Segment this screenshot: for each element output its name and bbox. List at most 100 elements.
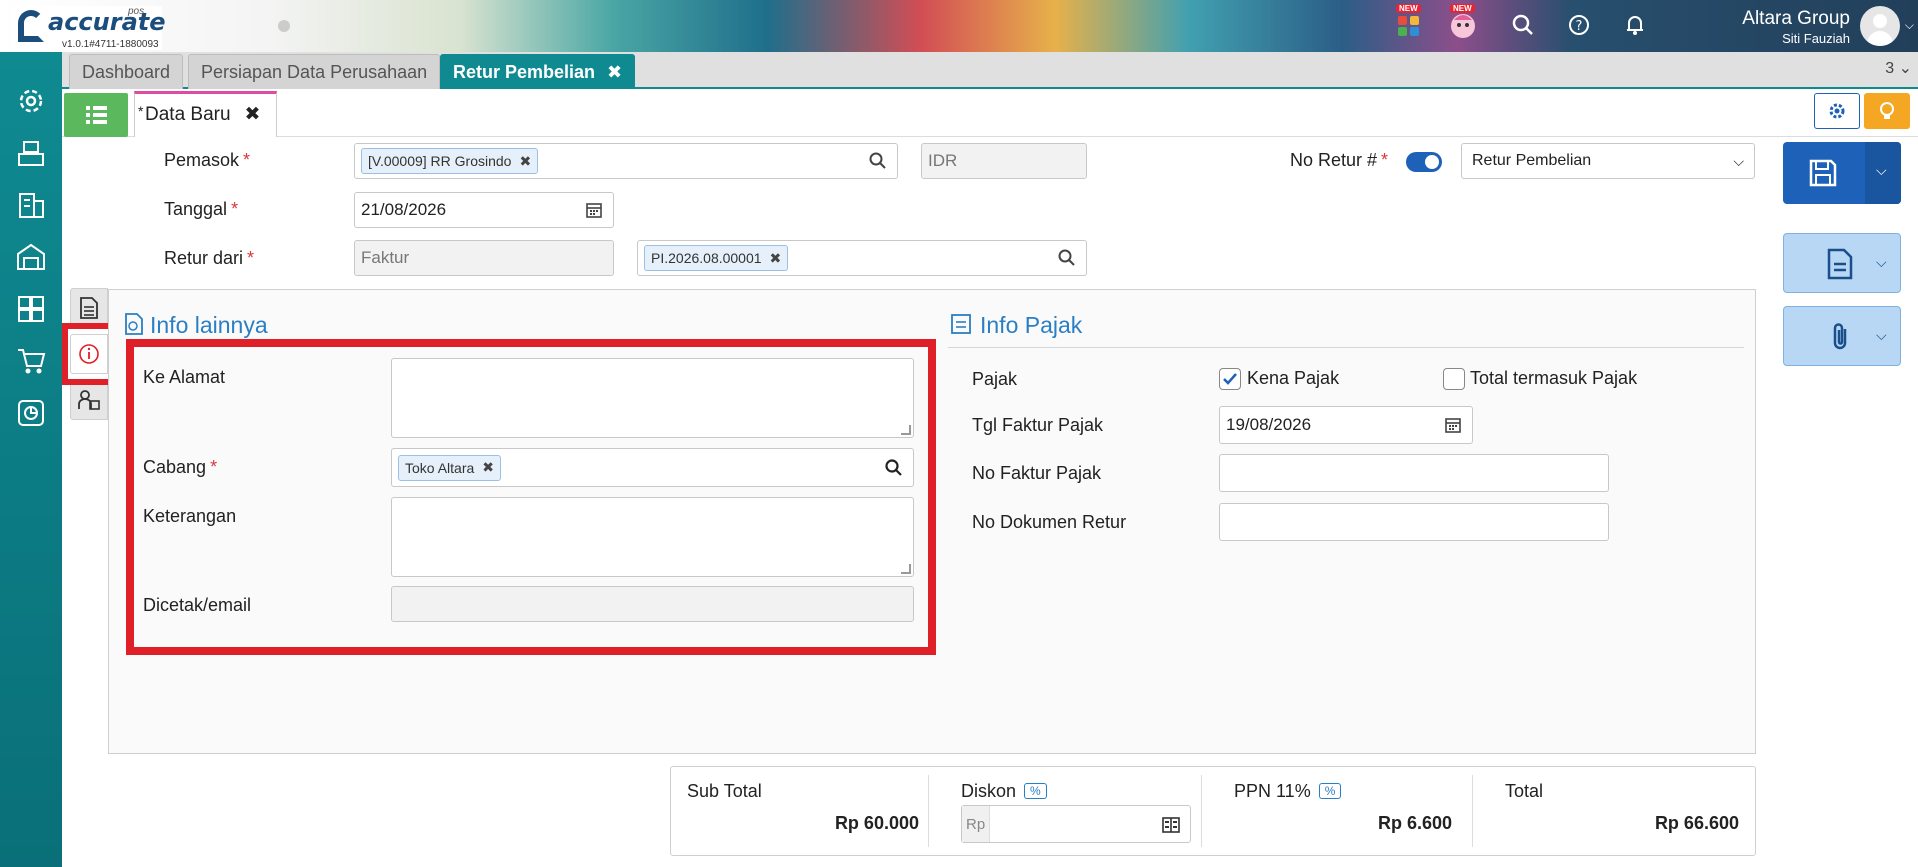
- total-label: Total: [1505, 781, 1544, 801]
- chevron-down-icon: ⌵: [1876, 254, 1887, 270]
- warehouse-icon[interactable]: [14, 240, 48, 274]
- company-name: Altara Group: [1742, 8, 1850, 29]
- user-name: Siti Fauziah: [1782, 31, 1850, 46]
- new-badge: NEW: [1396, 4, 1421, 13]
- vtab-detail-items[interactable]: [70, 288, 108, 328]
- info-pajak-title: Info Pajak: [980, 312, 1083, 338]
- diskon-field[interactable]: Rp: [961, 805, 1191, 843]
- list-view-button[interactable]: [64, 93, 128, 137]
- save-options-dropdown[interactable]: ⌵: [1865, 142, 1901, 204]
- calculator-icon[interactable]: [1162, 816, 1180, 834]
- ppn-value: Rp 6.600: [1377, 813, 1452, 833]
- pajak-label: Pajak: [972, 369, 1018, 389]
- paperclip-icon: [1833, 323, 1847, 350]
- tab-label: Retur Pembelian: [453, 62, 596, 82]
- save-button[interactable]: ⌵: [1783, 142, 1901, 204]
- document-info-icon: [125, 313, 143, 335]
- company-info[interactable]: Altara Group Siti Fauziah: [1742, 8, 1850, 46]
- tab-persiapan-data[interactable]: Persiapan Data Perusahaan: [188, 54, 441, 89]
- tips-bulb-button[interactable]: [1864, 93, 1910, 129]
- totals-bar: Sub Total Rp 60.000 Diskon% Rp PPN 11%% …: [670, 766, 1756, 856]
- attachment-button[interactable]: ⌵: [1783, 306, 1901, 366]
- tanggal-label: Tanggal *: [164, 199, 239, 219]
- cash-register-icon[interactable]: [14, 136, 48, 170]
- sub-total-value: Rp 60.000: [834, 813, 919, 833]
- person-money-icon: [78, 390, 100, 410]
- kena-pajak-checkbox[interactable]: [1219, 368, 1241, 390]
- calendar-icon[interactable]: [585, 201, 603, 219]
- bell-icon[interactable]: [1620, 10, 1650, 40]
- tab-label: Persiapan Data Perusahaan: [201, 62, 428, 82]
- ppn-label: PPN 11%%: [1234, 781, 1342, 802]
- tgl-faktur-pajak-label: Tgl Faktur Pajak: [972, 415, 1104, 435]
- retur-type-select[interactable]: Retur Pembelian ⌵: [1461, 143, 1755, 179]
- close-doc-icon[interactable]: ✖: [245, 104, 261, 125]
- logo-text: accurate: [48, 8, 166, 36]
- total-termasuk-pajak-label[interactable]: Total termasuk Pajak: [1470, 368, 1637, 389]
- remove-chip-icon[interactable]: ✖: [519, 153, 531, 170]
- kena-pajak-label[interactable]: Kena Pajak: [1247, 368, 1339, 389]
- vtab-tax-person[interactable]: [70, 380, 108, 420]
- calendar-icon[interactable]: [1444, 416, 1462, 434]
- tanggal-field[interactable]: 21/08/2026: [354, 192, 614, 228]
- tab-count[interactable]: 3 ⌄: [1885, 58, 1912, 78]
- apps-grid-icon[interactable]: NEW: [1394, 4, 1424, 40]
- tab-dashboard[interactable]: Dashboard: [69, 54, 184, 89]
- chevron-down-icon[interactable]: ⌵: [1905, 18, 1914, 33]
- no-retur-label: No Retur # *: [1290, 150, 1389, 170]
- retur-dari-field[interactable]: Faktur: [354, 240, 614, 276]
- highlight-box-info-lainnya: [126, 339, 936, 655]
- avatar[interactable]: [1860, 6, 1900, 46]
- settings-gear-icon[interactable]: [14, 84, 48, 118]
- search-icon[interactable]: [1058, 249, 1076, 267]
- no-dokumen-retur-label: No Dokumen Retur: [972, 512, 1127, 532]
- document-icon: [1827, 248, 1853, 280]
- auto-number-toggle[interactable]: [1406, 152, 1442, 172]
- info-lainnya-title: Info lainnya: [150, 312, 268, 338]
- help-icon[interactable]: ?: [1564, 10, 1594, 40]
- tabs-row: Dashboard Persiapan Data Perusahaan Retu…: [62, 52, 1918, 89]
- total-termasuk-pajak-checkbox[interactable]: [1443, 368, 1465, 390]
- doc-tab-data-baru[interactable]: * Data Baru ✖: [134, 91, 278, 137]
- print-document-button[interactable]: ⌵: [1783, 233, 1901, 293]
- cart-icon[interactable]: [14, 344, 48, 378]
- building-icon[interactable]: [14, 188, 48, 222]
- no-faktur-pajak-field[interactable]: [1219, 454, 1609, 492]
- diskon-percent-toggle[interactable]: %: [1024, 783, 1047, 799]
- diskon-currency-prefix: Rp: [962, 806, 991, 842]
- tax-document-icon: [951, 314, 971, 334]
- sidebar: [0, 52, 62, 867]
- report-chart-icon[interactable]: [14, 396, 48, 430]
- tgl-faktur-pajak-field[interactable]: 19/08/2026: [1219, 406, 1473, 444]
- new-badge: NEW: [1450, 4, 1475, 13]
- mascot-icon[interactable]: NEW: [1448, 4, 1478, 40]
- no-dokumen-retur-field[interactable]: [1219, 503, 1609, 541]
- search-icon[interactable]: [869, 152, 887, 170]
- settings-button[interactable]: [1814, 93, 1860, 129]
- section-divider: [948, 347, 1744, 348]
- faktur-chip: PI.2026.08.00001 ✖: [644, 245, 789, 271]
- pemasok-label: Pemasok *: [164, 150, 251, 170]
- ppn-percent-toggle[interactable]: %: [1318, 783, 1342, 799]
- total-value: Rp 66.600: [1654, 813, 1739, 833]
- remove-chip-icon[interactable]: ✖: [770, 250, 782, 267]
- tab-retur-pembelian[interactable]: Retur Pembelian ✖: [440, 54, 636, 89]
- diskon-label: Diskon%: [961, 781, 1047, 802]
- pemasok-field[interactable]: [V.00009] RR Grosindo ✖: [354, 143, 898, 179]
- logo-pos: pos: [128, 6, 145, 17]
- chevron-down-icon: ⌵: [1733, 153, 1744, 169]
- inventory-icon[interactable]: [14, 292, 48, 326]
- app-logo[interactable]: accurate pos v1.0.1#4711-1880093: [12, 6, 166, 50]
- pemasok-chip: [V.00009] RR Grosindo ✖: [361, 148, 539, 174]
- retur-dari-label: Retur dari *: [164, 248, 255, 268]
- app-version: v1.0.1#4711-1880093: [62, 39, 159, 50]
- tab-label: Dashboard: [82, 62, 171, 82]
- top-header: accurate pos v1.0.1#4711-1880093 NEW NEW…: [0, 0, 1918, 52]
- close-tab-icon[interactable]: ✖: [607, 62, 622, 82]
- sub-total-label: Sub Total: [687, 781, 762, 801]
- search-icon[interactable]: [1508, 10, 1538, 40]
- document-lines-icon: [80, 297, 98, 319]
- document-tabs-row: * Data Baru ✖: [62, 89, 1918, 137]
- no-faktur-pajak-label: No Faktur Pajak: [972, 463, 1102, 483]
- faktur-ref-field[interactable]: PI.2026.08.00001 ✖: [637, 240, 1087, 276]
